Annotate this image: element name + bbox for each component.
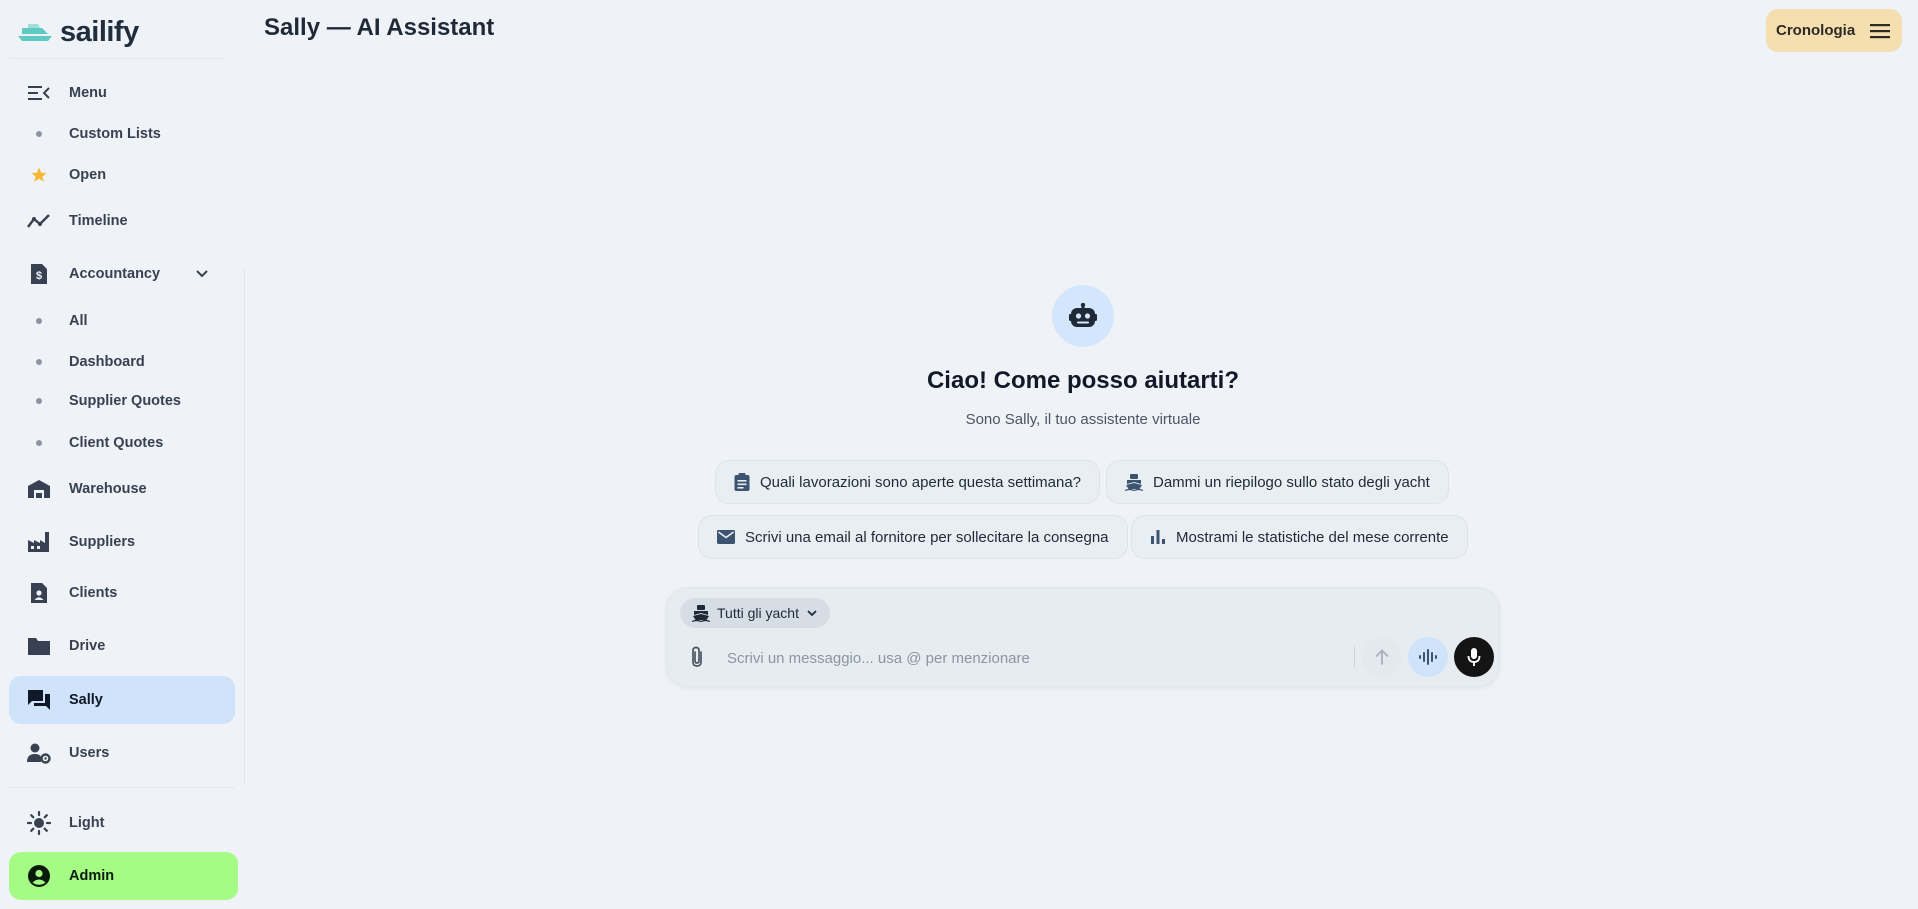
suggestion-label: Mostrami le statistiche del mese corrent… bbox=[1176, 528, 1449, 546]
sidebar-item-warehouse[interactable]: Warehouse bbox=[9, 466, 235, 512]
sidebar-item-menu[interactable]: Menu bbox=[9, 70, 235, 116]
voice-mode-button[interactable] bbox=[1408, 637, 1448, 677]
sidebar-item-all[interactable]: All bbox=[9, 298, 235, 344]
sidebar-item-label: Suppliers bbox=[69, 534, 136, 550]
welcome-title: Ciao! Come posso aiutarti? bbox=[926, 367, 1240, 394]
bullet-dot bbox=[17, 131, 61, 137]
sidebar-item-label: Open bbox=[69, 167, 107, 183]
sidebar-item-timeline[interactable]: Timeline bbox=[9, 198, 235, 244]
bullet-dot bbox=[17, 398, 61, 404]
suggestion-chip-supplier-email[interactable]: Scrivi una email al fornitore per sollec… bbox=[698, 515, 1128, 559]
page-title: Sally — AI Assistant bbox=[264, 14, 495, 41]
assistant-avatar bbox=[1052, 285, 1114, 347]
sidebar-item-label: Custom Lists bbox=[69, 126, 161, 142]
sidebar-item-suppliers[interactable]: Suppliers bbox=[9, 519, 235, 565]
suggestion-label: Scrivi una email al fornitore per sollec… bbox=[745, 528, 1109, 546]
sidebar-item-label: Sally bbox=[69, 692, 103, 708]
history-button[interactable]: Cronologia bbox=[1766, 9, 1902, 52]
clipboard-icon bbox=[734, 473, 750, 491]
sidebar-border bbox=[244, 270, 245, 785]
microphone-icon bbox=[1467, 648, 1481, 666]
sidebar-item-custom-lists[interactable]: Custom Lists bbox=[9, 111, 235, 157]
hamburger-icon bbox=[1870, 23, 1890, 38]
sidebar-item-drive[interactable]: Drive bbox=[9, 623, 235, 669]
message-composer: Tutti gli yacht bbox=[666, 587, 1500, 687]
audio-wave-icon bbox=[1419, 649, 1437, 665]
account-admin[interactable]: Admin bbox=[9, 852, 238, 900]
sidebar-item-label: Timeline bbox=[69, 213, 128, 229]
theme-label: Light bbox=[69, 815, 105, 831]
chevron-down-icon[interactable] bbox=[195, 267, 209, 281]
sidebar-item-users[interactable]: Users bbox=[9, 730, 235, 776]
timeline-icon bbox=[17, 213, 61, 229]
user-settings-icon bbox=[17, 742, 61, 764]
bullet-dot bbox=[17, 440, 61, 446]
sidebar-item-clients[interactable]: Clients bbox=[9, 570, 235, 616]
boat-logo-icon bbox=[18, 24, 52, 41]
message-input[interactable] bbox=[727, 640, 1347, 676]
divider bbox=[10, 787, 235, 788]
bullet-dot bbox=[17, 359, 61, 365]
bar-chart-icon bbox=[1151, 530, 1165, 544]
send-button[interactable] bbox=[1362, 637, 1402, 677]
svg-text:$: $ bbox=[36, 270, 42, 282]
sidebar-item-label: Accountancy bbox=[69, 266, 161, 282]
suggestion-chip-monthly-stats[interactable]: Mostrami le statistiche del mese corrent… bbox=[1131, 515, 1468, 559]
sidebar: sailify Menu Custom Lists Open Timeline … bbox=[0, 0, 245, 909]
sidebar-item-sally[interactable]: Sally bbox=[9, 676, 235, 724]
paperclip-icon[interactable] bbox=[689, 646, 705, 668]
suggestion-chip-yacht-status[interactable]: Dammi un riepilogo sullo stato degli yac… bbox=[1106, 460, 1449, 504]
sidebar-item-open[interactable]: Open bbox=[9, 152, 235, 198]
brand-logo[interactable]: sailify bbox=[18, 14, 139, 50]
sidebar-item-label: Clients bbox=[69, 585, 118, 601]
folder-icon bbox=[17, 636, 61, 656]
microphone-button[interactable] bbox=[1454, 637, 1494, 677]
sidebar-item-label: Supplier Quotes bbox=[69, 393, 181, 409]
warehouse-icon bbox=[17, 479, 61, 499]
divider bbox=[1354, 646, 1355, 668]
divider bbox=[10, 58, 225, 59]
account-label: Admin bbox=[69, 868, 115, 884]
ship-icon bbox=[1125, 474, 1143, 491]
sun-icon bbox=[17, 811, 61, 835]
suggestion-chip-open-jobs[interactable]: Quali lavorazioni sono aperte questa set… bbox=[715, 460, 1101, 504]
welcome-subtitle: Sono Sally, il tuo assistente virtuale bbox=[965, 411, 1201, 428]
sidebar-item-label: Users bbox=[69, 745, 110, 761]
sidebar-item-label: Warehouse bbox=[69, 481, 147, 497]
theme-toggle-light[interactable]: Light bbox=[9, 800, 235, 846]
suggestion-label: Dammi un riepilogo sullo stato degli yac… bbox=[1153, 473, 1430, 491]
sidebar-item-label: All bbox=[69, 313, 88, 329]
sidebar-item-label: Drive bbox=[69, 638, 106, 654]
chat-icon bbox=[17, 689, 61, 711]
mail-icon bbox=[717, 530, 735, 544]
sidebar-item-label: Menu bbox=[69, 85, 107, 101]
suggestion-label: Quali lavorazioni sono aperte questa set… bbox=[760, 473, 1082, 491]
invoice-icon: $ bbox=[17, 263, 61, 285]
account-circle-icon bbox=[17, 864, 61, 888]
yacht-filter-label: Tutti gli yacht bbox=[717, 605, 799, 621]
ship-icon bbox=[692, 605, 710, 622]
menu-collapse-icon bbox=[17, 85, 61, 101]
brand-name: sailify bbox=[60, 15, 139, 48]
history-label: Cronologia bbox=[1776, 22, 1856, 39]
contact-file-icon bbox=[17, 582, 61, 604]
bullet-dot bbox=[17, 318, 61, 324]
robot-icon bbox=[1069, 303, 1097, 327]
factory-icon bbox=[17, 531, 61, 553]
sidebar-item-label: Client Quotes bbox=[69, 435, 164, 451]
arrow-up-icon bbox=[1375, 649, 1389, 665]
chevron-down-icon bbox=[807, 610, 817, 617]
sidebar-item-accountancy[interactable]: $ Accountancy bbox=[9, 251, 235, 297]
star-icon bbox=[17, 166, 61, 184]
yacht-filter-dropdown[interactable]: Tutti gli yacht bbox=[680, 598, 830, 628]
